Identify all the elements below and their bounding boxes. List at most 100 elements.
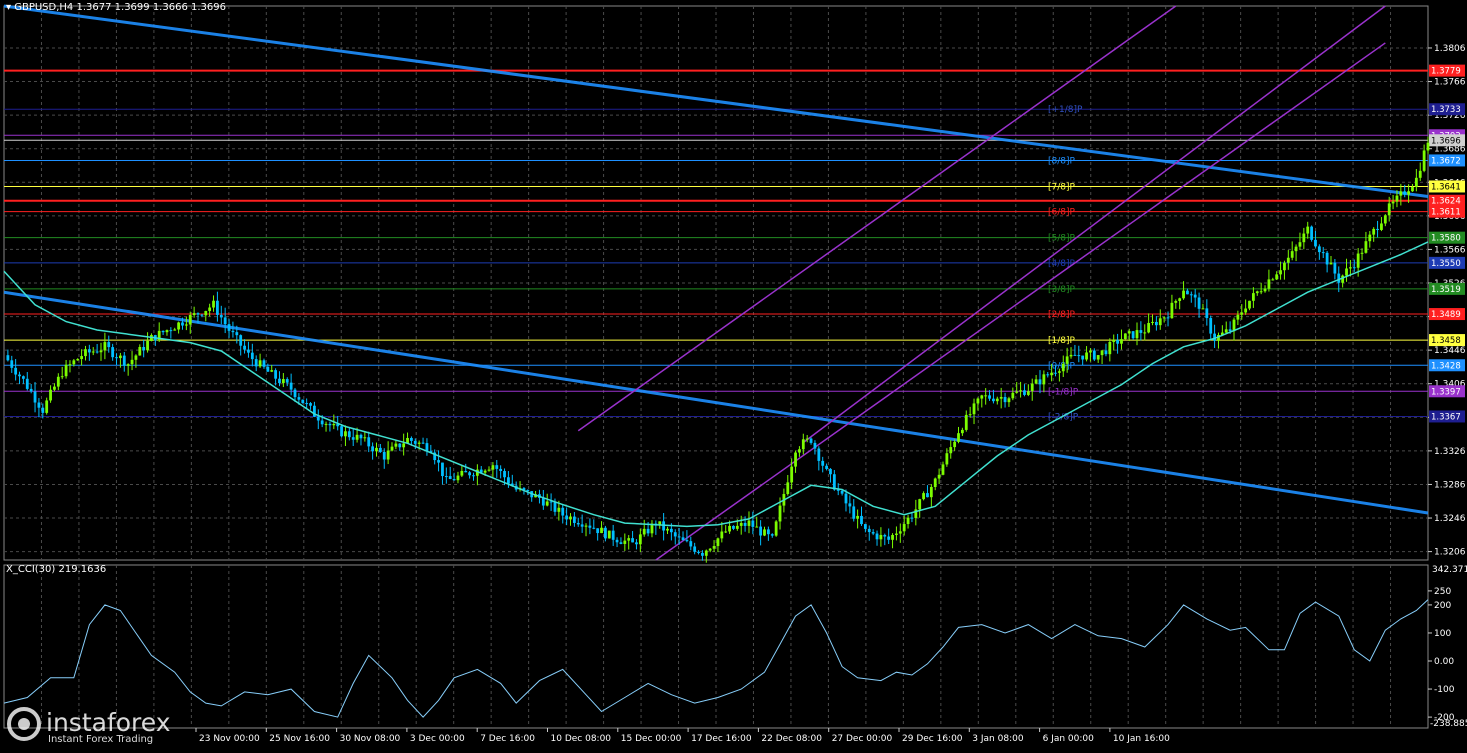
candle-body [576, 522, 580, 525]
candle-body [378, 447, 382, 453]
candle-body [607, 530, 611, 539]
level-price-label: 1.3428 [1431, 361, 1461, 371]
candle-body [918, 499, 922, 510]
candle-body [600, 527, 603, 534]
candle-body [394, 443, 398, 447]
candle-body [382, 452, 386, 460]
candle-body [1325, 252, 1329, 265]
candle-body [569, 516, 572, 520]
candle-body [1026, 391, 1030, 395]
candle-body [146, 340, 149, 351]
murrey-label: [1/8]P [1048, 336, 1076, 346]
candle-body [879, 534, 883, 540]
candle-body [18, 374, 21, 377]
candle-body [1108, 341, 1112, 355]
candle-body [1376, 228, 1379, 230]
candle-body [347, 431, 351, 438]
time-tick-label: 3 Jan 08:00 [972, 734, 1024, 744]
candle-body [1267, 279, 1271, 289]
candle-body [1166, 317, 1170, 319]
ohlc-values: 1.3677 1.3699 1.3666 1.3696 [76, 2, 226, 13]
candle-body [305, 403, 309, 405]
candle-body [441, 462, 444, 477]
candle-body [1306, 226, 1310, 234]
level-price-label: 1.3397 [1431, 387, 1461, 397]
candle-body [386, 450, 390, 460]
candle-body [200, 314, 204, 316]
candle-body [1174, 300, 1178, 303]
candle-body [1042, 374, 1046, 385]
candle-body [1380, 223, 1383, 230]
candle-body [592, 527, 596, 529]
candle-body [689, 541, 693, 547]
candle-body [1275, 274, 1279, 280]
murrey-label: [6/8]P [1048, 208, 1076, 218]
candle-body [115, 357, 118, 359]
chart-area[interactable]: 1.38061.37661.37261.36861.36461.36061.35… [0, 0, 1467, 749]
candle-body [1329, 262, 1333, 265]
candle-body [10, 360, 14, 368]
instaforex-logo-icon [7, 707, 41, 741]
candle-body [1263, 288, 1267, 292]
candle-body [933, 478, 937, 487]
candle-body [949, 447, 953, 454]
candle-body [1077, 355, 1081, 357]
candle-body [968, 414, 972, 416]
murrey-label: [2/8]P [1048, 310, 1076, 320]
candle-body [561, 507, 565, 516]
candle-body [770, 534, 774, 536]
candle-body [278, 378, 281, 384]
candle-body [398, 443, 402, 448]
candle-body [1352, 267, 1356, 269]
candle-body [829, 468, 832, 475]
candle-body [49, 389, 52, 401]
level-price-label: 1.3641 [1431, 182, 1461, 192]
candle-body [704, 550, 708, 556]
candle-body [390, 446, 394, 451]
candle-body [992, 398, 995, 402]
candle-body [1046, 374, 1050, 376]
candle-body [801, 439, 805, 450]
candle-body [716, 538, 720, 547]
level-price-label: 1.3696 [1431, 136, 1461, 146]
candle-body [1186, 290, 1189, 295]
candle-body [906, 517, 910, 525]
candle-body [29, 388, 33, 392]
candle-body [615, 539, 619, 543]
candle-body [724, 531, 728, 533]
candle-body [297, 397, 301, 400]
price-tick-label: 1.3206 [1434, 548, 1466, 558]
candle-body [87, 349, 91, 353]
candle-body [161, 330, 165, 333]
candle-body [1135, 330, 1139, 339]
candle-body [285, 379, 289, 383]
candle-body [1259, 291, 1263, 293]
candle-body [468, 472, 472, 476]
candle-body [1411, 187, 1414, 192]
candle-body [697, 551, 700, 553]
triangle-down-icon[interactable]: ▾ [6, 2, 11, 13]
time-tick-label: 10 Jan 16:00 [1113, 734, 1170, 744]
price-tick-label: 1.3806 [1434, 44, 1466, 54]
candle-body [759, 526, 763, 536]
candle-body [817, 448, 821, 461]
candle-body [289, 382, 293, 390]
level-price-label: 1.3624 [1431, 197, 1461, 207]
candle-body [1193, 294, 1197, 298]
candle-body [1007, 398, 1011, 403]
candle-body [1422, 150, 1426, 171]
candle-body [638, 534, 642, 545]
candle-body [262, 360, 266, 367]
candle-body [293, 389, 297, 398]
candle-body [1143, 332, 1147, 334]
candle-body [503, 470, 506, 478]
price-tick-label: 1.3326 [1434, 447, 1466, 457]
candle-body [809, 438, 813, 443]
time-tick-label: 23 Nov 00:00 [199, 734, 260, 744]
price-chart-svg[interactable]: 1.38061.37661.37261.36861.36461.36061.35… [0, 0, 1467, 749]
time-tick-label: 17 Dec 16:00 [691, 734, 752, 744]
candle-body [138, 346, 142, 356]
candle-body [84, 349, 87, 357]
price-tick-label: 1.3766 [1434, 78, 1466, 88]
candle-body [487, 469, 491, 471]
